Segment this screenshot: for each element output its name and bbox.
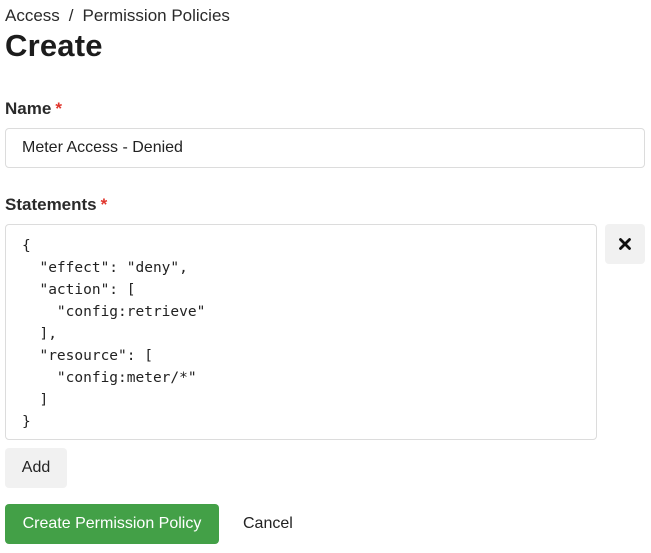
statements-label-text: Statements — [5, 195, 97, 214]
cancel-button[interactable]: Cancel — [232, 504, 304, 544]
breadcrumb-item-access[interactable]: Access — [5, 6, 60, 26]
create-permission-policy-page: Access / Permission Policies Create Name… — [0, 0, 651, 553]
breadcrumb-item-permission-policies[interactable]: Permission Policies — [83, 6, 230, 26]
create-permission-policy-button[interactable]: Create Permission Policy — [5, 504, 219, 544]
name-label: Name * — [5, 99, 62, 119]
breadcrumb: Access / Permission Policies — [5, 6, 230, 26]
remove-statement-button[interactable] — [605, 224, 645, 264]
add-statement-button[interactable]: Add — [5, 448, 67, 488]
name-input[interactable] — [5, 128, 645, 168]
statement-code-editor[interactable]: { "effect": "deny", "action": [ "config:… — [5, 224, 597, 440]
breadcrumb-separator: / — [68, 6, 74, 25]
required-marker: * — [55, 99, 62, 118]
close-icon — [619, 238, 631, 250]
page-title: Create — [5, 28, 103, 63]
statements-label: Statements * — [5, 195, 107, 215]
required-marker: * — [100, 195, 108, 214]
name-label-text: Name — [5, 99, 52, 118]
